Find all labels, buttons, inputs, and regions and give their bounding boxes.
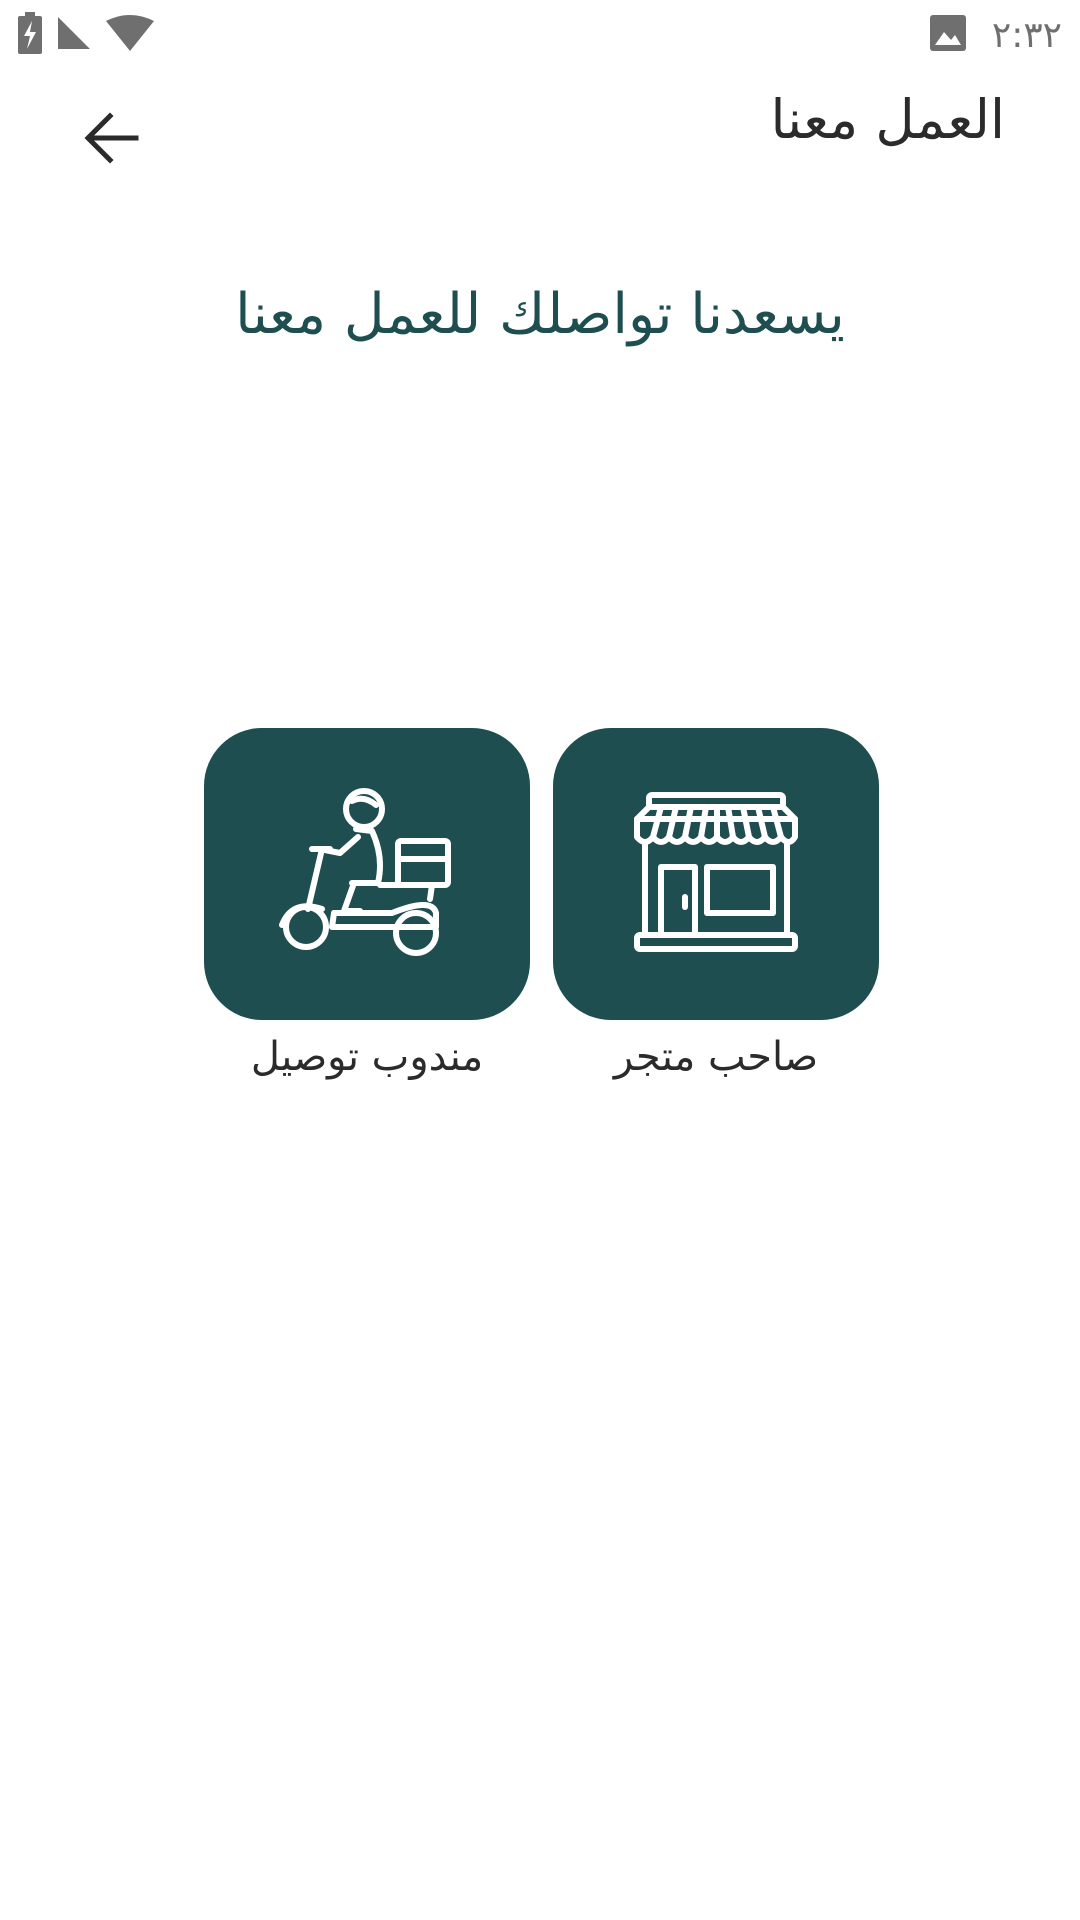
delivery-scooter-icon [272,787,462,961]
screen: ٢:٣٢ العمل معنا يسعدنا تواصلك للعمل معنا [0,0,1080,1920]
wifi-icon [106,15,154,55]
store-owner-option[interactable]: صاحب متجر [553,728,879,1080]
back-button[interactable] [72,100,152,180]
welcome-headline: يسعدنا تواصلك للعمل معنا [235,282,845,347]
arrow-back-icon [84,110,140,170]
status-bar: ٢:٣٢ [0,0,1080,70]
status-icons-right: ٢:٣٢ [929,10,1062,60]
battery-charging-icon [18,12,42,58]
page-title: العمل معنا [770,88,1005,151]
store-owner-label: صاحب متجر [613,1034,819,1080]
delivery-courier-card[interactable] [204,728,530,1020]
storefront-icon [621,787,811,961]
delivery-courier-label: مندوب توصيل [250,1034,484,1080]
status-time: ٢:٣٢ [991,14,1062,56]
delivery-courier-option[interactable]: مندوب توصيل [204,728,530,1080]
store-owner-card[interactable] [553,728,879,1020]
app-bar: العمل معنا [0,70,1080,200]
image-notification-icon [929,15,966,55]
signal-icon [56,15,92,55]
status-icons-left [18,12,154,58]
